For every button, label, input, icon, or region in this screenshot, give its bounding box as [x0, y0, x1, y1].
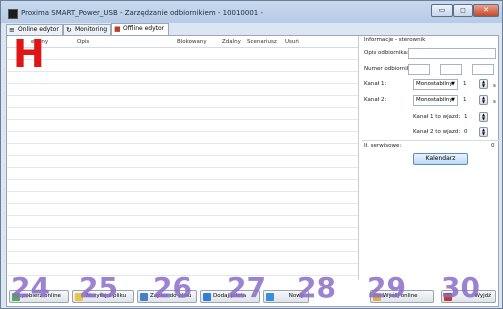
- kanal1-spinner[interactable]: ▲ ▼: [479, 79, 488, 89]
- tab-monitoring-label: Monitoring: [75, 26, 108, 33]
- k1-wjazd-label: Kanał 1 to wjazd:: [413, 114, 461, 120]
- column-usun[interactable]: Usuń: [285, 39, 299, 45]
- k1-wjazd-value[interactable]: 1: [464, 114, 468, 120]
- maximize-button[interactable]: ◻: [453, 4, 473, 17]
- kanal2-spinner[interactable]: ▲ ▼: [479, 95, 488, 105]
- new-icon: [266, 293, 274, 301]
- column-opis[interactable]: Opis: [77, 39, 89, 45]
- kanal2-mode-value: Monostabilny: [416, 97, 453, 103]
- marker-27: 27: [227, 271, 266, 304]
- minimize-button[interactable]: ▭: [431, 4, 453, 17]
- marker-26: 26: [153, 271, 192, 304]
- kanal1-unit: s: [493, 83, 496, 89]
- marker-30: 30: [441, 271, 480, 304]
- save-icon: [140, 293, 148, 301]
- column-zdalny[interactable]: Zdalny: [222, 39, 241, 45]
- refresh-icon: ↻: [66, 26, 72, 34]
- table-header: eryjny Opis Blokowany Zdalny Scenariusz …: [7, 36, 358, 48]
- close-button[interactable]: ✕: [473, 4, 499, 17]
- add-icon: [203, 293, 211, 301]
- k1-wjazd-spinner[interactable]: ▲ ▼: [479, 112, 488, 122]
- marker-25: 25: [79, 271, 118, 304]
- kanal1-label: Kanał 1:: [364, 81, 387, 87]
- tab-monitoring[interactable]: ↻ Monitoring: [63, 24, 111, 35]
- numer-input-1[interactable]: [408, 64, 430, 75]
- kanal2-mode-select[interactable]: Monostabilny ▼: [413, 95, 458, 106]
- marker-29: 29: [367, 271, 406, 304]
- numer-input-3[interactable]: [472, 64, 494, 75]
- tab-offline-editor-label: Offline edytor: [123, 25, 165, 32]
- info-divider: [362, 140, 500, 141]
- column-scenariusz[interactable]: Scenariusz: [247, 39, 277, 45]
- kanal2-unit: s: [493, 99, 496, 105]
- k2-wjazd-spinner[interactable]: ▲ ▼: [479, 127, 488, 137]
- offline-editor-icon: ■: [114, 25, 121, 33]
- il-serwisowe-value: 0: [491, 143, 495, 149]
- info-heading: Informacje - sterownik: [364, 37, 426, 43]
- k2-wjazd-label: Kanał 2 to wjazd:: [413, 129, 461, 135]
- kanal1-time-value[interactable]: 1: [463, 81, 467, 87]
- marker-28: 28: [297, 271, 336, 304]
- title-bar: Proxima SMART_Power_USB - Zarzędzanie od…: [1, 1, 502, 23]
- marker-h: H: [13, 32, 45, 76]
- calendar-button[interactable]: Kalendarz: [413, 153, 468, 165]
- remotes-table: eryjny Opis Blokowany Zdalny Scenariusz …: [7, 36, 359, 280]
- numer-input-2[interactable]: [440, 64, 462, 75]
- kanal1-mode-select[interactable]: Monostabilny ▼: [413, 79, 458, 90]
- app-window: Proxima SMART_Power_USB - Zarzędzanie od…: [0, 0, 503, 309]
- app-icon: [8, 9, 18, 19]
- kanal2-time-value[interactable]: 1: [463, 97, 467, 103]
- info-panel: Informacje - sterownik Opis odbiornika: …: [362, 36, 500, 276]
- chevron-down-icon: ▼: [451, 81, 455, 87]
- k2-wjazd-value[interactable]: 0: [464, 129, 468, 135]
- table-rows[interactable]: [7, 48, 358, 280]
- il-serwisowe-label: Ił. serwisowe:: [364, 143, 402, 149]
- kanal1-mode-value: Monostabilny: [416, 81, 453, 87]
- column-blokowany[interactable]: Blokowany: [177, 39, 207, 45]
- marker-24: 24: [11, 271, 50, 304]
- opis-input[interactable]: [408, 48, 496, 59]
- offline-editor-panel: eryjny Opis Blokowany Zdalny Scenariusz …: [6, 35, 500, 307]
- chevron-down-icon: ▼: [451, 97, 455, 103]
- opis-label: Opis odbiornika:: [364, 50, 409, 56]
- window-title: Proxima SMART_Power_USB - Zarzędzanie od…: [21, 9, 263, 17]
- kanal2-label: Kanał 2:: [364, 97, 387, 103]
